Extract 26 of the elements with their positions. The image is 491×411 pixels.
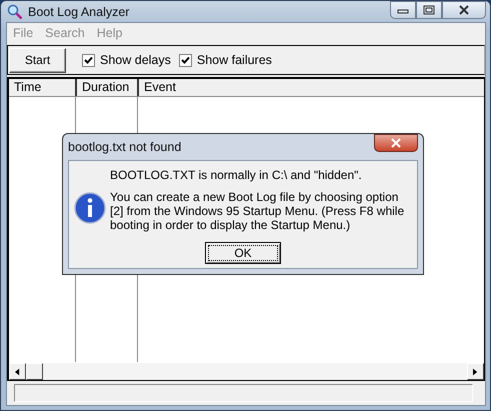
scrollbar-thumb[interactable] (26, 363, 43, 380)
dialog-title: bootlog.txt not found (68, 140, 182, 154)
minimize-button[interactable] (390, 1, 416, 19)
checkbox-label: Show delays (100, 53, 171, 67)
start-button[interactable]: Start (9, 48, 66, 72)
column-header[interactable]: Event (139, 79, 484, 96)
close-button[interactable] (374, 134, 418, 152)
right-arrow-icon (473, 368, 478, 376)
horizontal-scrollbar[interactable] (9, 362, 484, 380)
close-icon (458, 5, 470, 15)
maximize-button[interactable] (416, 1, 442, 19)
checkbox[interactable] (178, 54, 192, 66)
left-arrow-icon (15, 368, 20, 376)
checkbox[interactable] (82, 54, 95, 66)
checkbox-label: Show failures (196, 53, 272, 67)
column-header[interactable]: Duration (77, 79, 139, 96)
magnifier-icon (7, 4, 23, 20)
maximize-icon (423, 5, 435, 15)
info-icon (74, 192, 106, 224)
window-title: Boot Log Analyzer (28, 4, 130, 18)
ok-button[interactable]: OK (205, 242, 281, 264)
dialog-message: You can create a new Boot Log file by choosing option [2] from the Windows 95 Startup Menu. (Press F8 while booting in order to display the Startup Menu.) (110, 190, 406, 232)
close-icon (390, 138, 402, 148)
close-button[interactable] (442, 1, 486, 19)
dialog-message: BOOTLOG.TXT is normally in C:\ and "hidden". (110, 168, 363, 182)
column-header[interactable]: Time (9, 79, 77, 96)
